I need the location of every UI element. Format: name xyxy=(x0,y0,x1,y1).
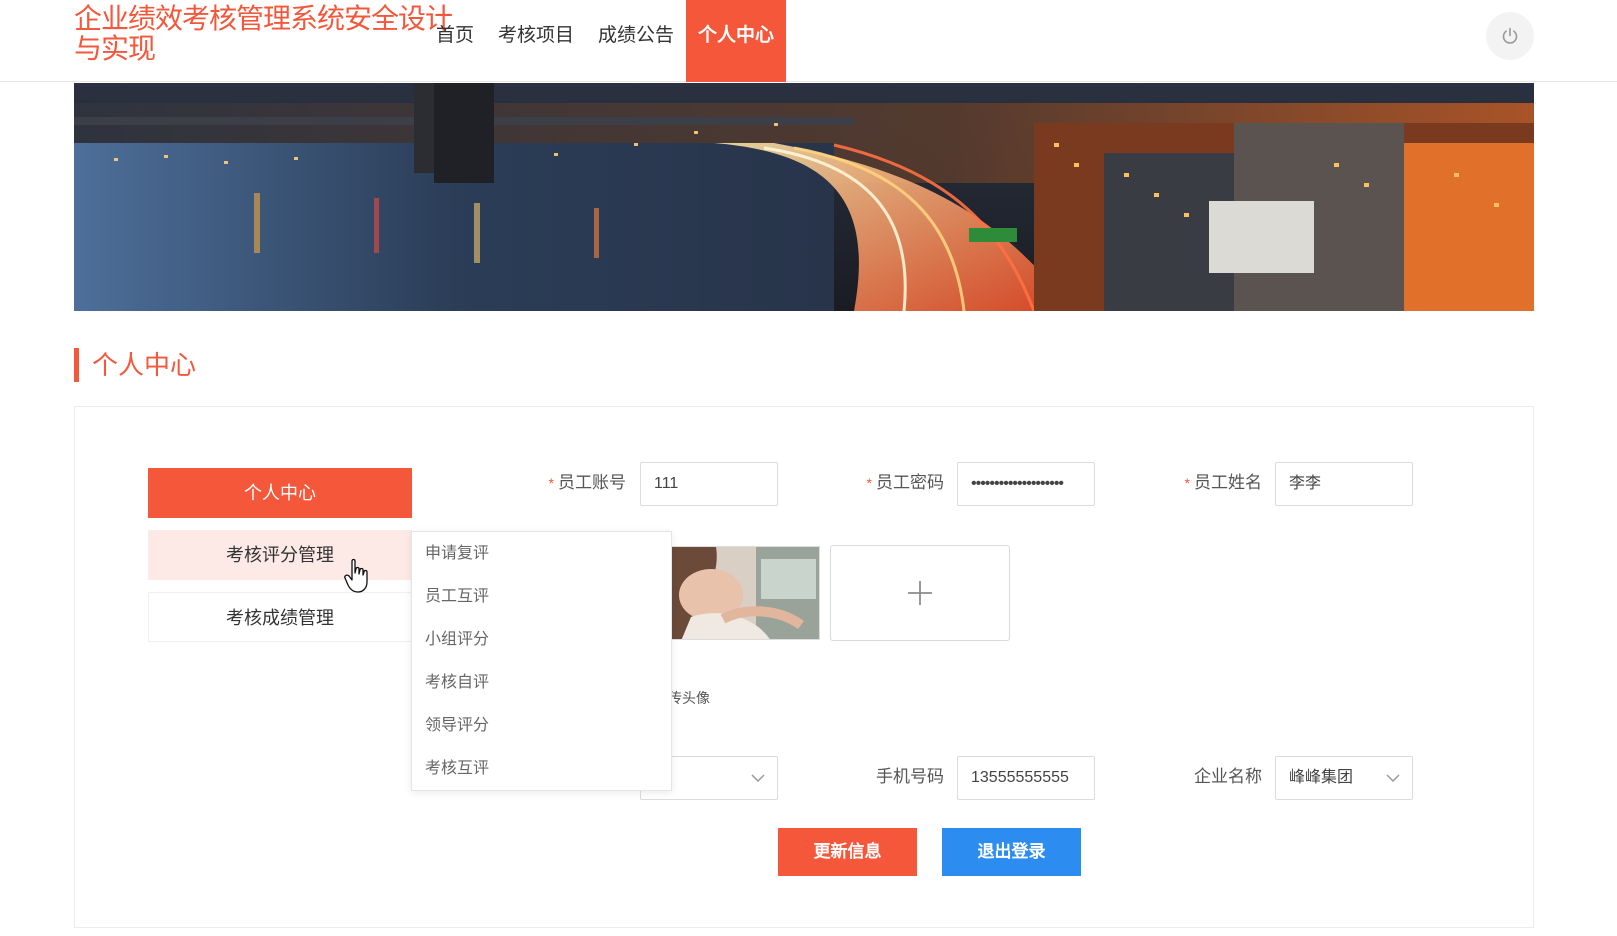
sidebar-item-result-management[interactable]: 考核成绩管理 xyxy=(148,592,412,642)
required-marker: * xyxy=(866,475,872,491)
banner-image xyxy=(74,83,1534,311)
submenu-item-leader-score[interactable]: 领导评分 xyxy=(412,704,671,747)
sidebar-item-personal-center[interactable]: 个人中心 xyxy=(148,468,412,518)
account-label: * 员工账号 xyxy=(548,473,626,492)
phone-input[interactable]: 13555555555 xyxy=(957,756,1095,800)
company-select[interactable]: 峰峰集团 xyxy=(1275,756,1413,800)
nav-home[interactable]: 首页 xyxy=(424,0,486,82)
chevron-down-icon xyxy=(751,757,765,799)
plus-icon xyxy=(908,581,932,605)
main-nav: 首页 考核项目 成绩公告 个人中心 xyxy=(424,0,787,82)
submenu-item-mutual-review[interactable]: 考核互评 xyxy=(412,747,671,790)
power-icon xyxy=(1502,27,1518,44)
site-title: 企业绩效考核管理系统安全设计与实现 xyxy=(74,3,453,64)
update-info-button[interactable]: 更新信息 xyxy=(778,828,917,876)
submenu-item-self-review[interactable]: 考核自评 xyxy=(412,661,671,704)
company-label: 企业名称 xyxy=(1194,767,1262,786)
top-header: 企业绩效考核管理系统安全设计与实现 首页 考核项目 成绩公告 个人中心 xyxy=(0,0,1617,82)
name-label: * 员工姓名 xyxy=(1184,473,1262,492)
submenu-item-apply-review[interactable]: 申请复评 xyxy=(412,532,671,575)
required-marker: * xyxy=(1184,475,1190,491)
hand-pointer-icon xyxy=(344,558,368,593)
submenu-item-group-score[interactable]: 小组评分 xyxy=(412,618,671,661)
nav-personal-center[interactable]: 个人中心 xyxy=(686,0,787,82)
logout-power-button[interactable] xyxy=(1486,12,1534,60)
sidebar-item-score-management[interactable]: 考核评分管理 xyxy=(148,530,412,580)
nav-assessment-projects[interactable]: 考核项目 xyxy=(486,0,586,82)
required-marker: * xyxy=(548,475,554,491)
avatar-upload-button[interactable] xyxy=(830,545,1010,641)
company-select-value: 峰峰集团 xyxy=(1289,769,1354,786)
logout-button[interactable]: 退出登录 xyxy=(942,828,1081,876)
avatar-preview xyxy=(660,546,820,640)
account-input[interactable]: 111 xyxy=(640,462,778,506)
upload-avatar-tip: 传头像 xyxy=(668,690,710,706)
name-input[interactable]: 李李 xyxy=(1275,462,1413,506)
score-management-submenu: 申请复评 员工互评 小组评分 考核自评 领导评分 考核互评 xyxy=(411,531,672,791)
submenu-item-peer-review[interactable]: 员工互评 xyxy=(412,575,671,618)
password-input[interactable]: •••••••••••••••••••• xyxy=(957,462,1095,506)
password-label: * 员工密码 xyxy=(866,473,944,492)
chevron-down-icon xyxy=(1386,757,1400,799)
page-title: 个人中心 xyxy=(74,348,196,382)
nav-score-announcements[interactable]: 成绩公告 xyxy=(586,0,686,82)
phone-label: 手机号码 xyxy=(876,767,944,786)
